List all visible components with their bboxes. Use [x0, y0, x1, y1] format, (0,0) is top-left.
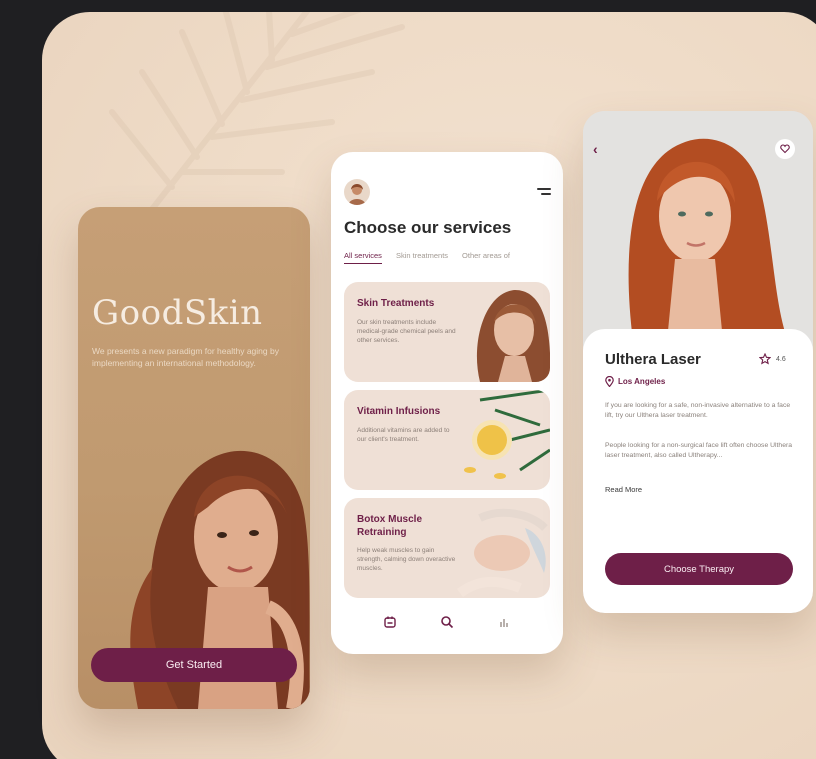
get-started-button[interactable]: Get Started [91, 648, 297, 682]
service-card-skin-treatments[interactable]: Skin Treatments Our skin treatments incl… [344, 282, 550, 382]
service-card-botox[interactable]: Botox Muscle Retraining Help weak muscle… [344, 498, 550, 598]
heart-icon[interactable] [775, 139, 795, 159]
service-title: Vitamin Infusions [357, 406, 441, 417]
service-description: Help weak muscles to gain strength, calm… [357, 547, 456, 572]
star-icon [759, 353, 771, 365]
description-paragraph-2: People looking for a non-surgical face l… [605, 442, 793, 459]
tab-skin-treatments[interactable]: Skin treatments [396, 251, 448, 264]
treatment-title: Ulthera Laser [605, 351, 701, 368]
rating-value: 4.6 [776, 355, 786, 363]
bottom-nav [331, 607, 563, 637]
detail-card: Ulthera Laser 4.6 Los Angeles If you are… [583, 329, 813, 613]
service-title: Skin Treatments [357, 298, 435, 309]
search-icon[interactable] [440, 615, 454, 629]
service-description: Our skin treatments include medical-grad… [357, 319, 456, 344]
user-avatar[interactable] [344, 179, 370, 205]
location-label: Los Angeles [618, 377, 666, 386]
services-screen: Choose our services All services Skin tr… [331, 152, 563, 654]
location-pin-icon [605, 376, 614, 387]
page-title: Choose our services [344, 218, 512, 237]
stats-icon[interactable] [497, 615, 511, 629]
read-more-link[interactable]: Read More [605, 485, 642, 494]
choose-therapy-button[interactable]: Choose Therapy [605, 553, 793, 585]
service-title: Botox Muscle Retraining [357, 514, 423, 538]
service-card-vitamin-infusions[interactable]: Vitamin Infusions Additional vitamins ar… [344, 390, 550, 490]
service-description: Additional vitamins are added to our cli… [357, 427, 450, 443]
description-paragraph-1: If you are looking for a safe, non-invas… [605, 402, 791, 419]
rating: 4.6 [759, 353, 786, 365]
detail-screen: ‹ Ulthera Laser 4.6 Los Angeles If you a… [583, 111, 813, 613]
intro-screen: GoodSkin We presents a new paradigm for … [78, 207, 310, 709]
calendar-icon[interactable] [383, 615, 397, 629]
service-tabs: All services Skin treatments Other areas… [344, 251, 563, 264]
brand-name: GoodSkin [92, 293, 263, 333]
tab-all-services[interactable]: All services [344, 251, 382, 264]
brand-tagline: We presents a new paradigm for healthy a… [92, 346, 279, 368]
menu-icon[interactable] [537, 188, 551, 198]
location: Los Angeles [605, 376, 665, 387]
back-icon[interactable]: ‹ [593, 141, 598, 157]
tab-other-areas[interactable]: Other areas of [462, 251, 510, 264]
